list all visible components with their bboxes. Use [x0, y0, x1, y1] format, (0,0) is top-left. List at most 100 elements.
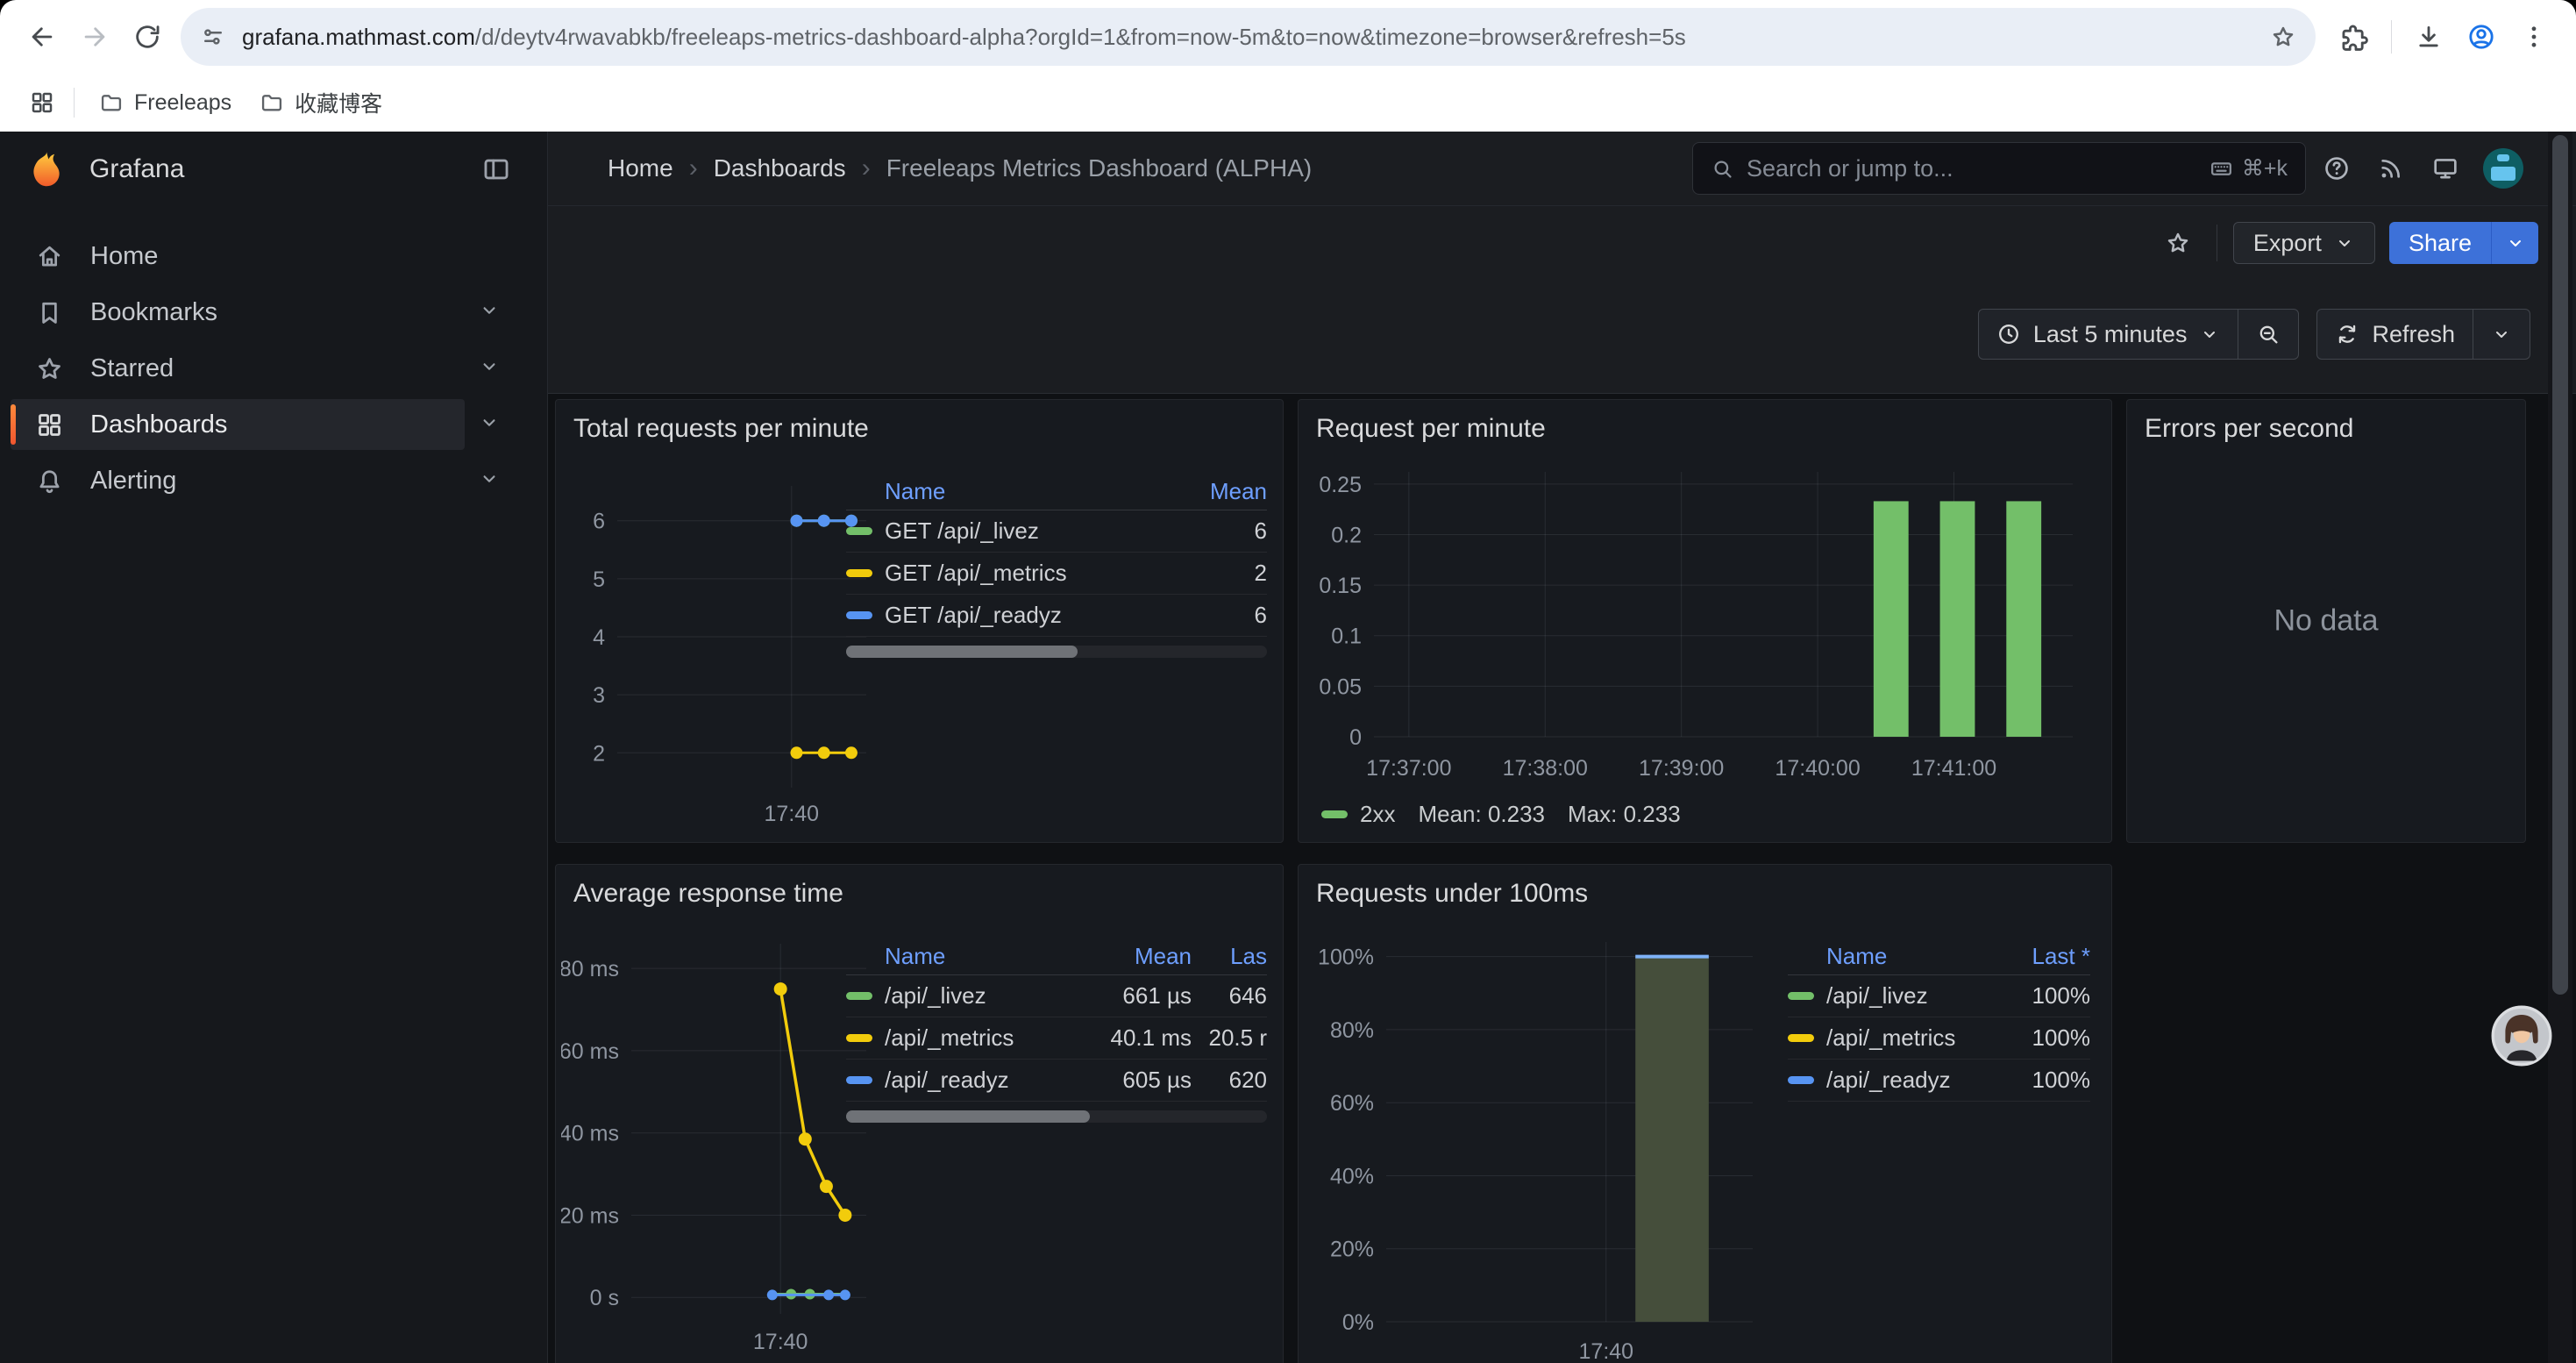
panel-title[interactable]: Request per minute	[1316, 414, 1546, 444]
dashboard-toolbar: Export Share Last 5 minutes	[548, 206, 2576, 393]
sidebar-toggle-icon[interactable]	[475, 148, 517, 190]
legend-column-header[interactable]: Las	[1192, 943, 1267, 970]
panel-title[interactable]: Requests under 100ms	[1316, 879, 1588, 909]
legend-column-header[interactable]: Name	[1788, 943, 1994, 970]
series-name[interactable]: GET /api/_readyz	[885, 602, 1062, 629]
legend-row[interactable]: /api/_readyz605 µs620	[846, 1060, 1267, 1102]
legend-series-label[interactable]: 2xx	[1360, 801, 1395, 828]
monitor-icon[interactable]	[2422, 145, 2469, 192]
reload-button[interactable]	[121, 11, 174, 63]
legend-value: 6	[1171, 517, 1267, 545]
forward-button[interactable]	[68, 11, 121, 63]
svg-text:100%: 100%	[1318, 946, 1374, 970]
legend-row[interactable]: GET /api/_readyz6	[846, 595, 1267, 637]
breadcrumb-home[interactable]: Home	[608, 154, 673, 182]
sidebar-item-dashboards[interactable]: Dashboards	[11, 399, 465, 450]
browser-menu-button[interactable]	[2508, 11, 2560, 63]
legend-column-header[interactable]: Mean	[1060, 943, 1192, 970]
legend-row[interactable]: /api/_metrics 100%	[1788, 1017, 2090, 1060]
help-icon[interactable]	[2313, 145, 2360, 192]
legend-scrollbar-thumb[interactable]	[846, 1110, 1090, 1123]
sidebar-item-home[interactable]: Home	[11, 231, 465, 282]
series-name[interactable]: GET /api/_metrics	[885, 560, 1067, 587]
svg-text:4: 4	[593, 625, 605, 650]
bookmark-label: Freeleaps	[134, 90, 231, 116]
sidebar-item-alerting[interactable]: Alerting	[11, 455, 465, 506]
panel-legend: NameLast * /api/_livez100% /api/_metrics 10…	[1788, 938, 2090, 1102]
legend-column-header[interactable]: Last *	[1994, 943, 2090, 970]
legend-row[interactable]: /api/_readyz100%	[1788, 1060, 2090, 1102]
extensions-button[interactable]	[2328, 11, 2380, 63]
legend-column-header[interactable]: Name	[846, 943, 1060, 970]
legend-scrollbar[interactable]	[846, 646, 1267, 658]
refresh-button[interactable]: Refresh	[2317, 310, 2473, 359]
share-split-button: Share	[2389, 222, 2538, 264]
legend-row[interactable]: GET /api/_metrics2	[846, 553, 1267, 595]
downloads-button[interactable]	[2402, 11, 2455, 63]
page-scrollbar-thumb[interactable]	[2552, 135, 2568, 995]
series-name[interactable]: GET /api/_livez	[885, 517, 1039, 545]
series-name[interactable]: /api/_metrics	[885, 1024, 1014, 1052]
sidebar-nav: Home Bookmarks Starred	[0, 206, 547, 509]
legend-scrollbar-thumb[interactable]	[846, 646, 1078, 658]
keyboard-icon	[2210, 157, 2233, 181]
series-name[interactable]: /api/_readyz	[1826, 1067, 1951, 1094]
series-name[interactable]: /api/_livez	[885, 982, 986, 1010]
panel-title[interactable]: Total requests per minute	[573, 414, 869, 444]
screen: grafana.mathmast.com/d/deytv4rwavabkb/fr…	[0, 0, 2576, 1363]
breadcrumb-dashboards[interactable]: Dashboards	[714, 154, 846, 182]
bookmark-folder-freeleaps[interactable]: Freeleaps	[85, 83, 246, 123]
sidebar-item-starred[interactable]: Starred	[11, 343, 465, 394]
series-name[interactable]: /api/_metrics	[1826, 1024, 1955, 1052]
legend-column-header[interactable]: Name	[846, 478, 1171, 505]
panel-title[interactable]: Average response time	[573, 879, 843, 909]
grafana-logo[interactable]	[26, 149, 67, 189]
search-input[interactable]	[1747, 155, 2197, 182]
share-menu-button[interactable]	[2491, 222, 2538, 264]
legend-value: 100%	[1994, 1024, 2090, 1052]
zoom-out-button[interactable]	[2238, 310, 2298, 359]
series-name[interactable]: /api/_livez	[1826, 982, 1928, 1010]
site-settings-icon[interactable]	[200, 24, 226, 50]
chevron-down-icon	[2505, 232, 2526, 253]
browser-profile-button[interactable]	[2455, 11, 2508, 63]
chevron-down-icon[interactable]	[478, 411, 501, 439]
chevron-down-icon[interactable]	[478, 299, 501, 326]
sidebar-item-bookmarks[interactable]: Bookmarks	[11, 287, 465, 338]
news-rss-icon[interactable]	[2367, 145, 2415, 192]
back-button[interactable]	[16, 11, 68, 63]
export-button[interactable]: Export	[2233, 222, 2375, 264]
legend-row[interactable]: /api/_livez100%	[1788, 975, 2090, 1017]
legend-row[interactable]: /api/_livez661 µs646	[846, 975, 1267, 1017]
apps-grid-icon[interactable]	[21, 82, 63, 124]
series-name[interactable]: /api/_readyz	[885, 1067, 1009, 1094]
panel-total-requests-per-minute: Total requests per minute 6543217:40 Nam…	[555, 399, 1284, 843]
legend-row[interactable]: GET /api/_livez 6	[846, 510, 1267, 553]
breadcrumb-separator: ›	[689, 153, 698, 183]
favorite-star-icon[interactable]	[2155, 222, 2201, 264]
brand-title: Grafana	[89, 154, 184, 184]
star-icon	[35, 354, 64, 383]
share-button[interactable]: Share	[2389, 222, 2491, 264]
time-range-picker[interactable]: Last 5 minutes	[1979, 310, 2238, 359]
bookmark-star-icon[interactable]	[2270, 24, 2296, 50]
time-range-group: Last 5 minutes	[1978, 309, 2300, 360]
floating-assistant-avatar[interactable]	[2491, 1005, 2552, 1067]
chevron-down-icon[interactable]	[478, 355, 501, 382]
url-bar[interactable]: grafana.mathmast.com/d/deytv4rwavabkb/fr…	[181, 8, 2316, 66]
legend-scrollbar[interactable]	[846, 1110, 1267, 1123]
legend-row[interactable]: /api/_metrics40.1 ms20.5 r	[846, 1017, 1267, 1060]
series-color-dash	[1321, 810, 1348, 818]
chevron-down-icon[interactable]	[478, 467, 501, 495]
svg-text:6: 6	[593, 510, 605, 534]
legend-column-header[interactable]: Mean	[1171, 478, 1267, 505]
refresh-interval-button[interactable]	[2473, 310, 2530, 359]
panel-title[interactable]: Errors per second	[2145, 414, 2353, 444]
line-chart: 80 ms60 ms40 ms20 ms0 s17:40	[561, 921, 877, 1359]
search-box[interactable]: ⌘+k	[1692, 142, 2306, 195]
bookmark-folder-blogs[interactable]: 收藏博客	[246, 80, 396, 125]
folder-icon	[260, 90, 284, 115]
page-scrollbar[interactable]	[2548, 132, 2572, 1363]
bookmarks-divider	[74, 88, 75, 118]
user-avatar[interactable]	[2483, 148, 2523, 189]
